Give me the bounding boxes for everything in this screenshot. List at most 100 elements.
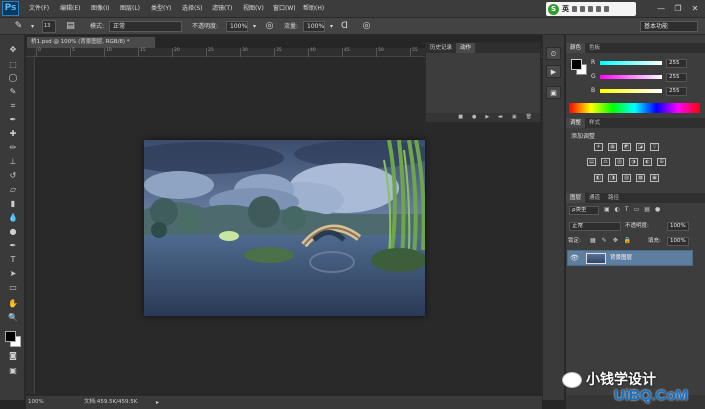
document-canvas[interactable] [144,140,425,316]
filter-smart-icon[interactable]: ▤ [644,206,650,213]
zoom-tool-icon[interactable]: 🔍 [7,312,19,323]
workspace-select[interactable]: 基本功能 [640,21,698,32]
tab-channels[interactable]: 通道 [585,193,604,203]
opacity-input[interactable]: 100% [226,21,248,32]
shape-tool-icon[interactable]: ▭ [7,282,19,293]
layer-opacity-input[interactable]: 100% [667,222,689,231]
hand-tool-icon[interactable]: ✋ [7,298,19,309]
blue-value-input[interactable]: 255 [666,87,687,96]
eraser-tool-icon[interactable]: ▱ [7,184,19,195]
menu-filter[interactable]: 滤镜(T) [212,0,232,18]
menu-image[interactable]: 图像(I) [91,0,109,18]
foreground-color-swatch[interactable] [5,331,16,342]
brush-panel-icon[interactable]: ▤ [64,20,77,33]
filter-adjust-icon[interactable]: ◐ [615,206,620,213]
visibility-eye-icon[interactable]: 👁 [570,254,579,262]
quick-select-tool-icon[interactable]: ✎ [7,86,19,97]
menu-view[interactable]: 视图(V) [243,0,264,18]
green-value-input[interactable]: 255 [666,73,687,82]
brush-tool-icon[interactable]: ✏ [7,142,19,153]
color-spectrum[interactable] [569,103,700,113]
red-value-input[interactable]: 255 [666,59,687,68]
filter-shape-icon[interactable]: ▭ [634,206,640,213]
color-balance-adjust-icon[interactable]: ⚖ [601,158,610,166]
tab-styles[interactable]: 样式 [585,118,604,128]
lock-position-icon[interactable]: ✥ [613,237,618,244]
menu-select[interactable]: 选择(S) [182,0,203,18]
dodge-tool-icon[interactable]: ● [7,226,19,237]
layer-kind-filter[interactable]: ρ类型 [569,206,599,215]
fill-input[interactable]: 100% [667,237,689,246]
airbrush-icon[interactable]: ᗡ [338,20,351,33]
menu-window[interactable]: 窗口(W) [273,0,296,18]
curves-adjust-icon[interactable]: ◩ [622,143,631,151]
lock-image-icon[interactable]: ✎ [602,237,607,244]
eyedropper-tool-icon[interactable]: ✒ [7,114,19,125]
history-dock-icon[interactable]: ⏲ [546,47,561,60]
new-action-icon[interactable]: ▣ [512,113,517,122]
layer-row[interactable]: 👁 背景图层 [567,250,693,266]
pressure-size-icon[interactable]: ◎ [360,20,373,33]
gradient-map-adjust-icon[interactable]: ▩ [636,174,645,182]
menu-type[interactable]: 类型(Y) [151,0,171,18]
flow-chevron-icon[interactable]: ▾ [325,20,338,33]
document-size[interactable]: 文档:459.5K/459.5K [84,396,137,409]
record-icon[interactable]: ● [472,113,476,122]
color-foreground-swatch[interactable] [571,59,582,70]
filter-type-icon[interactable]: T [625,206,629,213]
screen-mode-icon[interactable]: ▣ [7,365,19,376]
tab-history[interactable]: 历史记录 [426,43,456,53]
menu-file[interactable]: 文件(F) [29,0,49,18]
brush-size-picker[interactable]: 13 [42,20,56,33]
menu-layer[interactable]: 图层(L) [120,0,140,18]
brush-tool-icon[interactable]: ✎ [12,20,25,33]
blend-mode-select[interactable]: 正常 [569,222,621,231]
history-brush-tool-icon[interactable]: ↺ [7,170,19,181]
layer-name[interactable]: 背景图层 [610,251,632,266]
filter-toggle-icon[interactable]: ● [655,206,660,213]
tab-swatches[interactable]: 色板 [585,43,604,53]
invert-adjust-icon[interactable]: ◧ [594,174,603,182]
threshold-adjust-icon[interactable]: ▨ [622,174,631,182]
quick-mask-icon[interactable]: ◙ [7,350,19,361]
status-menu-arrow-icon[interactable]: ▸ [156,396,159,409]
gradient-tool-icon[interactable]: ▮ [7,198,19,209]
type-tool-icon[interactable]: T [7,254,19,265]
healing-brush-tool-icon[interactable]: ✚ [7,128,19,139]
tab-color[interactable]: 颜色 [566,43,586,53]
black-white-adjust-icon[interactable]: ▥ [615,158,624,166]
vibrance-adjust-icon[interactable]: ▽ [650,143,659,151]
tab-paths[interactable]: 路径 [604,193,623,203]
actions-dock-icon[interactable]: ▶ [546,65,561,78]
opacity-chevron-icon[interactable]: ▾ [248,20,261,33]
tool-preset-chevron-icon[interactable]: ▾ [26,20,39,33]
hue-saturation-adjust-icon[interactable]: ▤ [587,158,596,166]
lock-transparent-icon[interactable]: ▦ [590,237,596,244]
red-slider[interactable] [600,61,662,65]
lock-all-icon[interactable]: 🔒 [624,237,631,244]
pressure-opacity-icon[interactable]: ◎ [263,20,276,33]
pen-tool-icon[interactable]: ✒ [7,240,19,251]
filter-pixel-icon[interactable]: ▣ [604,206,610,213]
restore-button[interactable]: ❐ [672,3,684,14]
exposure-adjust-icon[interactable]: ◪ [636,143,645,151]
levels-adjust-icon[interactable]: ▦ [608,143,617,151]
tab-actions[interactable]: 动作 [456,43,476,53]
brightness-adjust-icon[interactable]: ☀ [594,143,603,151]
stop-icon[interactable]: ■ [458,113,463,122]
ime-toolbar[interactable]: S 英 [546,2,636,16]
blur-tool-icon[interactable]: 💧 [7,212,19,223]
color-lookup-adjust-icon[interactable]: ⊞ [657,158,666,166]
lasso-tool-icon[interactable]: ◯ [7,72,19,83]
posterize-adjust-icon[interactable]: ◨ [608,174,617,182]
flow-input[interactable]: 100% [303,21,325,32]
new-set-icon[interactable]: ▬ [498,113,503,122]
delete-action-icon[interactable]: 🗑 [526,113,532,122]
minimize-button[interactable]: — [655,3,667,14]
crop-tool-icon[interactable]: ⌗ [7,100,19,111]
blue-slider[interactable] [600,89,662,93]
document-tab[interactable]: 桥1.psd @ 100% (背景图层, RGB/8) * [26,36,156,48]
selective-color-adjust-icon[interactable]: ▣ [650,174,659,182]
close-button[interactable]: ✕ [689,3,701,14]
mode-select[interactable]: 正常 [109,21,182,32]
